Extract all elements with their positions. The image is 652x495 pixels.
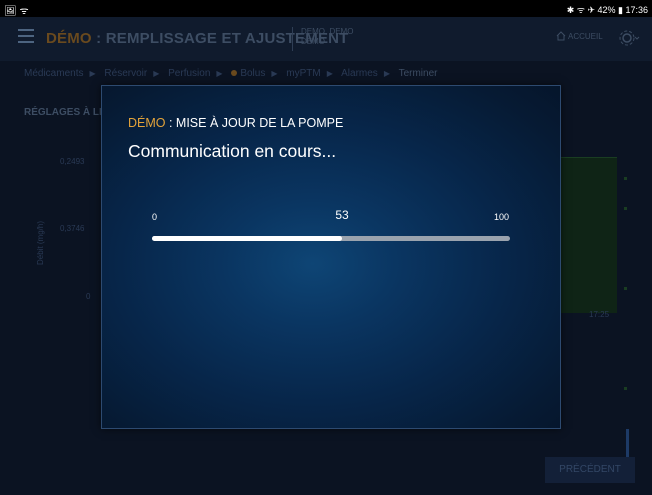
menu-icon[interactable] xyxy=(18,29,34,43)
update-dialog: DÉMO : MISE À JOUR DE LA POMPE Communica… xyxy=(101,85,561,429)
patient-name-line1: DEMO, DEMO xyxy=(301,27,354,36)
y-tick-label: 0 xyxy=(86,292,91,301)
breadcrumb-step-bolus[interactable]: Bolus xyxy=(240,68,265,79)
header-divider xyxy=(292,27,293,51)
demo-tag: DÉMO xyxy=(46,30,92,47)
side-marker xyxy=(624,287,627,290)
status-bar: 🖼 ᯤ ✱ ᯤ ✈ 42% ▮ 17:36 xyxy=(0,0,652,17)
y-tick-label: 0,3746 xyxy=(60,224,85,233)
breadcrumb-step-medicaments[interactable]: Médicaments xyxy=(24,68,83,79)
progress-min-label: 0 xyxy=(152,212,158,222)
app-header: DÉMO : REMPLISSAGE ET AJUSTEMENT DEMO, D… xyxy=(0,17,652,61)
progress-bar-fill xyxy=(152,236,342,241)
breadcrumb-step-myptm[interactable]: myPTM xyxy=(286,68,320,79)
status-right-info: ✱ ᯤ ✈ 42% ▮ 17:36 xyxy=(566,5,648,15)
home-label[interactable]: ACCUEIL xyxy=(568,32,603,41)
breadcrumb-step-reservoir[interactable]: Réservoir xyxy=(104,68,147,79)
scroll-indicator[interactable] xyxy=(626,429,629,457)
breadcrumb-step-alarmes[interactable]: Alarmes xyxy=(341,68,378,79)
home-icon[interactable] xyxy=(556,31,566,41)
dialog-demo-tag: DÉMO xyxy=(128,116,166,130)
side-marker xyxy=(624,207,627,210)
breadcrumb-step-perfusion[interactable]: Perfusion xyxy=(168,68,210,79)
dialog-title-text: : MISE À JOUR DE LA POMPE xyxy=(165,116,344,130)
current-step-dot xyxy=(231,70,238,76)
dialog-message: Communication en cours... xyxy=(128,141,337,161)
breadcrumb: Médicaments ▶ Réservoir ▶ Perfusion ▶ Bolus… xyxy=(24,68,438,79)
patient-name-line2: DEMO xyxy=(301,37,325,46)
previous-button[interactable]: PRÉCÉDENT xyxy=(545,457,635,483)
section-title: RÉGLAGES À LE xyxy=(24,107,106,118)
progress-bar xyxy=(152,236,510,241)
side-marker xyxy=(624,387,627,390)
settings-gear-icon[interactable] xyxy=(618,27,640,49)
patient-name: DEMO, DEMO DEMO xyxy=(301,27,353,47)
progress-value-label: 53 xyxy=(335,208,349,222)
dialog-title: DÉMO : MISE À JOUR DE LA POMPE xyxy=(128,116,343,130)
x-time-label: 17:25 xyxy=(589,310,610,319)
breadcrumb-step-terminer[interactable]: Terminer xyxy=(399,68,438,79)
progress-max-label: 100 xyxy=(494,212,510,222)
status-left-icons: 🖼 ᯤ xyxy=(4,6,29,17)
side-marker xyxy=(624,177,627,180)
y-axis-label: Débit (mg/h) xyxy=(36,220,45,265)
y-tick-label: 0,2493 xyxy=(60,157,85,166)
chart-band xyxy=(557,157,617,313)
